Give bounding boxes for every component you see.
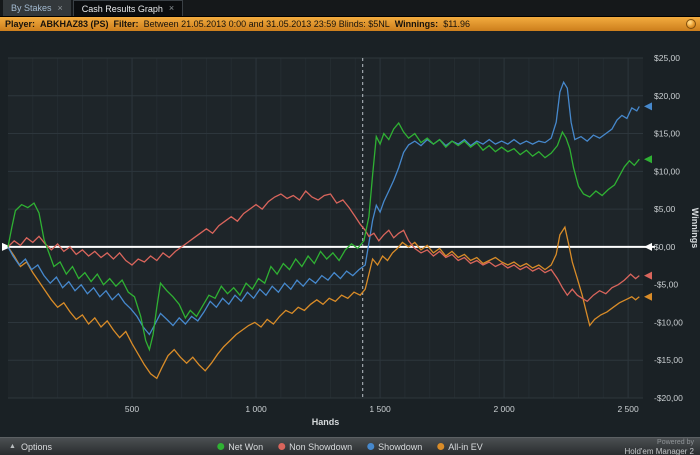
player-value: ABKHAZ83 (PS) (40, 19, 109, 29)
y-axis-tick-label: -$5,00 (654, 280, 678, 290)
options-button[interactable]: ▲ Options (0, 438, 61, 455)
tab-cash-results-graph[interactable]: Cash Results Graph × (72, 0, 184, 16)
x-axis-title: Hands (312, 417, 340, 427)
tab-by-stakes[interactable]: By Stakes × (3, 0, 71, 16)
powered-by-line2: Hold'em Manager 2 (624, 447, 694, 455)
zero-line-right-arrow-icon (644, 242, 652, 251)
tab-by-stakes-close-icon[interactable]: × (58, 3, 63, 13)
options-arrow-icon: ▲ (9, 443, 16, 450)
y-axis-tick-label: -$10,00 (654, 317, 683, 327)
winnings-value: $11.96 (443, 19, 471, 29)
legend-swatch-icon (437, 443, 445, 450)
y-axis-tick-label: $15,00 (654, 129, 680, 139)
legend-label: Net Won (228, 441, 264, 452)
legend-item-net-won[interactable]: Net Won (217, 442, 263, 452)
powered-by: Powered by Hold'em Manager 2 (624, 439, 694, 455)
legend-item-non-showdown[interactable]: Non Showdown (278, 442, 352, 452)
y-axis-tick-label: -$20,00 (654, 393, 683, 403)
tab-by-stakes-label: By Stakes (11, 3, 52, 13)
filter-label: Filter: (113, 19, 139, 29)
hm-badge-icon[interactable] (686, 19, 696, 29)
results-graph: $25,00 $20,00 $15,00 $10,00 $5,00 $0,00 -$5,00… (2, 53, 700, 427)
y-axis-tick-label: $0,00 (654, 242, 676, 252)
series-end-arrow-non-showdown (644, 271, 652, 280)
x-axis-tick-label: 500 (125, 404, 139, 414)
plot-background (8, 58, 643, 398)
x-axis-tick-label: 1 000 (245, 404, 267, 414)
legend-item-all-in-ev[interactable]: All-in EV (437, 442, 483, 452)
series-end-arrow-showdown (644, 102, 652, 111)
series-end-arrow-net-won (644, 155, 652, 164)
legend-label: All-in EV (448, 441, 483, 452)
legend-swatch-icon (278, 443, 286, 450)
powered-by-line1: Powered by (657, 439, 694, 446)
chart-area: $25,00 $20,00 $15,00 $10,00 $5,00 $0,00 -$5,00… (0, 31, 700, 437)
tab-cash-results-graph-close-icon[interactable]: × (169, 4, 174, 13)
tab-cash-results-graph-label: Cash Results Graph (81, 3, 163, 14)
y-axis-tick-label: -$15,00 (654, 355, 683, 365)
x-axis-tick-label: 2 500 (617, 404, 639, 414)
y-axis-title: Winnings (690, 208, 700, 248)
bottom-bar: ▲ Options Net Won Non Showdown Showdown All… (0, 437, 700, 455)
legend-item-showdown[interactable]: Showdown (367, 442, 422, 452)
legend-swatch-icon (367, 443, 375, 450)
chart-legend: Net Won Non Showdown Showdown All-in EV (217, 438, 483, 455)
x-axis-tick-label: 2 000 (493, 404, 515, 414)
player-label: Player: (5, 19, 36, 29)
options-button-label: Options (20, 441, 52, 452)
x-axis-tick-label: 1 500 (369, 404, 391, 414)
series-end-arrow-all-in-ev (644, 292, 652, 301)
y-axis-tick-label: $5,00 (654, 204, 676, 214)
legend-swatch-icon (217, 443, 225, 450)
y-axis-tick-label: $10,00 (654, 166, 680, 176)
y-axis-tick-label: $25,00 (654, 53, 680, 63)
legend-label: Non Showdown (289, 441, 353, 452)
filter-value: Between 21.05.2013 0:00 and 31.05.2013 2… (143, 19, 390, 29)
filter-info-bar: Player: ABKHAZ83 (PS) Filter: Between 21… (0, 17, 700, 31)
y-axis-tick-label: $20,00 (654, 91, 680, 101)
tab-bar: By Stakes × Cash Results Graph × (0, 0, 700, 17)
legend-label: Showdown (378, 441, 423, 452)
hm2-window: By Stakes × Cash Results Graph × Player:… (0, 0, 700, 455)
winnings-label: Winnings: (394, 19, 439, 29)
